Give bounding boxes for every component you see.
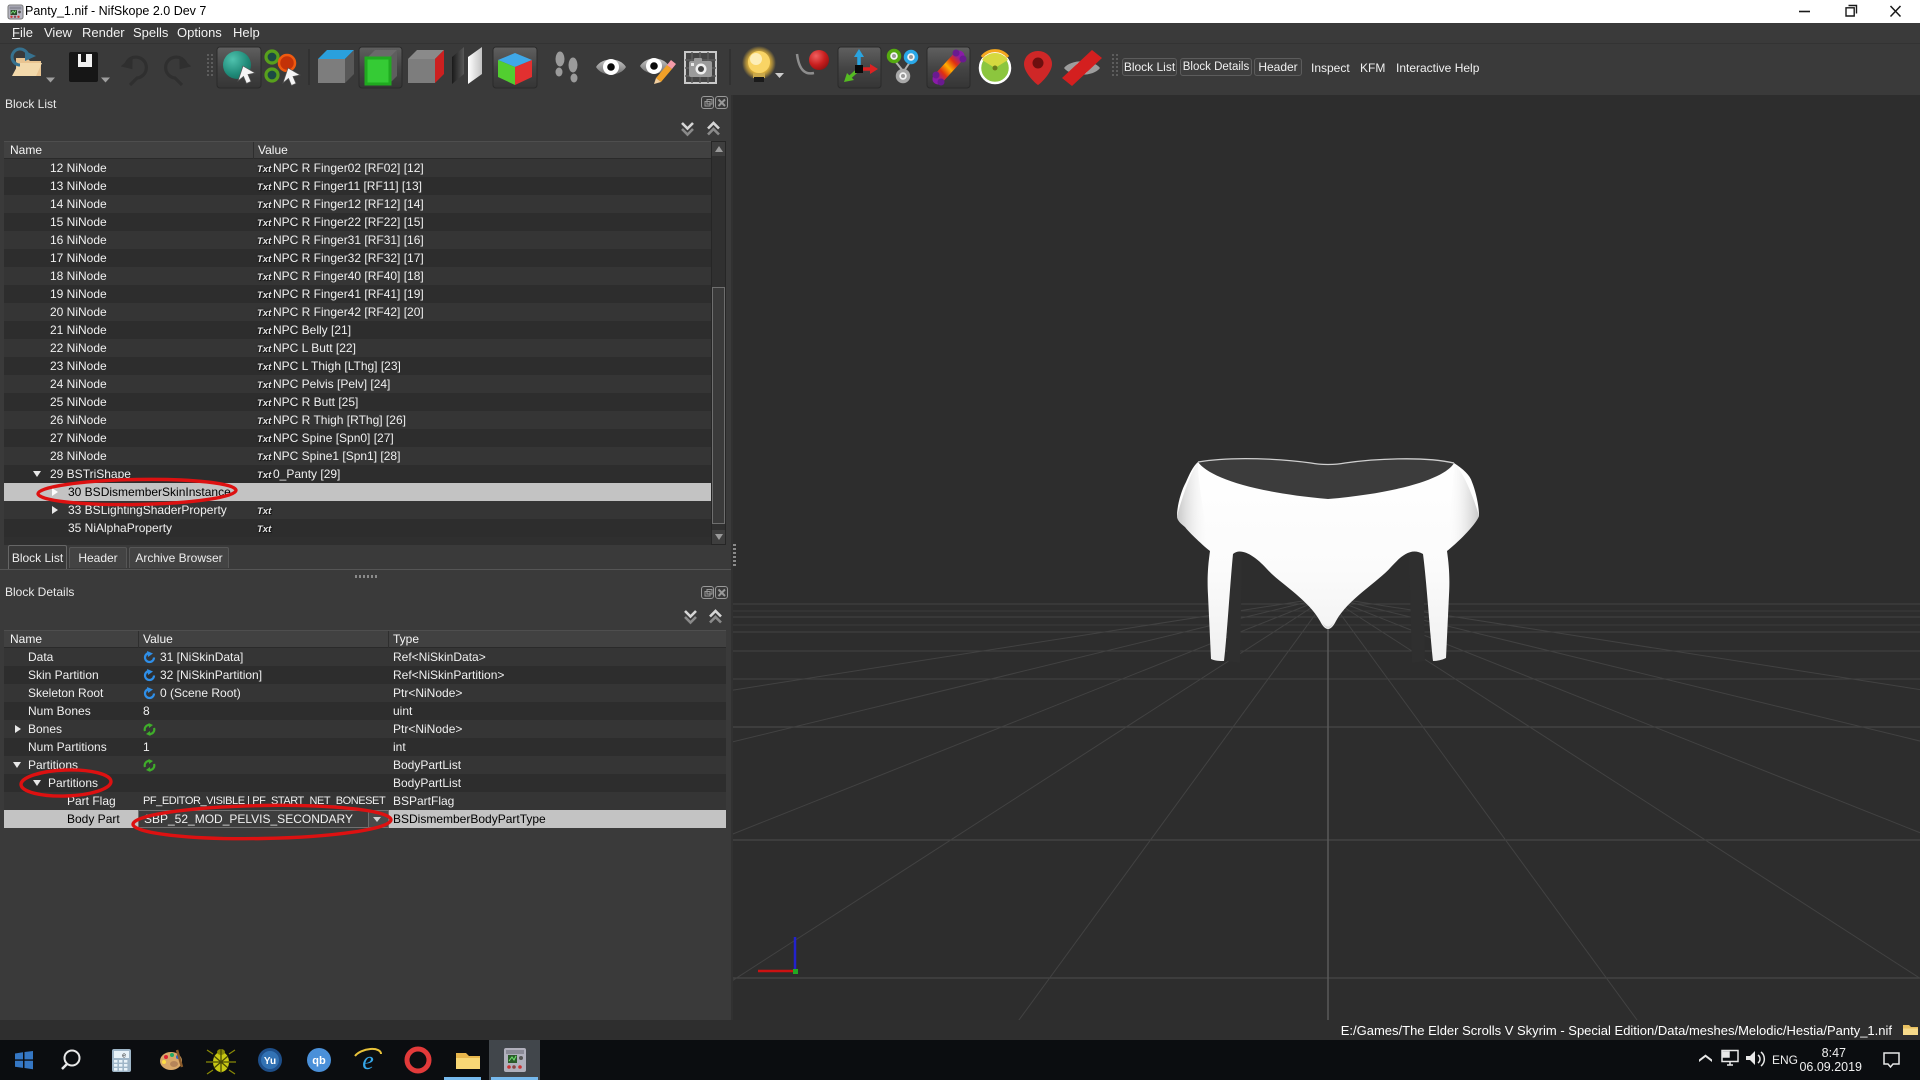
svg-text:ENG: ENG xyxy=(1772,1053,1798,1067)
svg-text:Yu: Yu xyxy=(264,1056,276,1067)
svg-text:qb: qb xyxy=(312,1055,326,1067)
svg-text:e: e xyxy=(122,1053,126,1060)
svg-text:06.09.2019: 06.09.2019 xyxy=(1799,1060,1862,1074)
svg-text:8:47: 8:47 xyxy=(1822,1046,1846,1060)
